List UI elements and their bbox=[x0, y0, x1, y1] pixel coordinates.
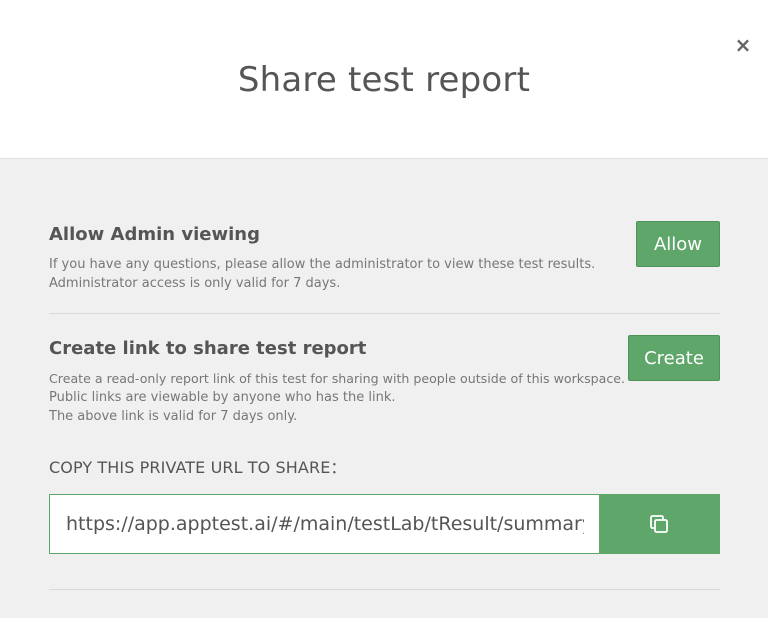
link-section-desc-line1: Create a read-only report link of this t… bbox=[49, 371, 626, 386]
close-icon[interactable]: × bbox=[734, 34, 752, 56]
link-section-desc-line2: Public links are viewable by anyone who … bbox=[49, 390, 396, 405]
admin-section-desc-line1: If you have any questions, please allow … bbox=[49, 257, 596, 272]
create-button[interactable]: Create bbox=[628, 335, 720, 381]
dialog-title: Share test report bbox=[237, 60, 531, 100]
share-url-input[interactable] bbox=[49, 494, 600, 554]
section-divider bbox=[49, 313, 720, 314]
link-section-title: Create link to share test report bbox=[49, 338, 367, 359]
allow-button[interactable]: Allow bbox=[636, 221, 720, 267]
copy-url-label: COPY THIS PRIVATE URL TO SHARE： bbox=[49, 458, 347, 477]
bottom-divider bbox=[49, 589, 720, 590]
admin-section-title: Allow Admin viewing bbox=[49, 224, 260, 245]
copy-icon bbox=[650, 515, 668, 533]
share-report-dialog: × Share test report Allow Admin viewing … bbox=[0, 0, 768, 618]
admin-section-desc-line2: Administrator access is only valid for 7… bbox=[49, 276, 341, 291]
copy-url-button[interactable] bbox=[599, 494, 720, 554]
link-section-desc-line3: The above link is valid for 7 days only. bbox=[49, 409, 298, 424]
dialog-header: × Share test report bbox=[0, 0, 768, 159]
